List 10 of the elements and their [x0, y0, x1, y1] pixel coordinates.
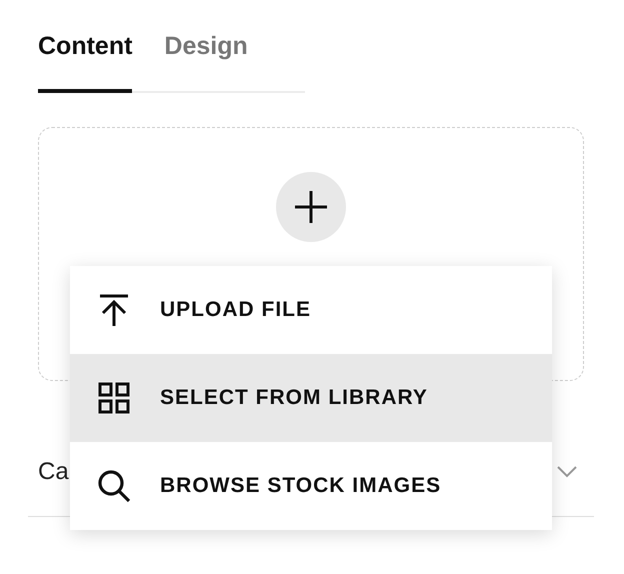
menu-item[interactable]: SELECT FROM LIBRARY	[70, 354, 552, 442]
tab[interactable]: Content	[38, 28, 132, 93]
upload-icon	[97, 293, 131, 327]
grid-icon	[98, 382, 130, 414]
menu-item[interactable]: BROWSE STOCK IMAGES	[70, 442, 552, 530]
plus-icon	[293, 189, 329, 225]
search-icon	[97, 469, 131, 503]
menu-item[interactable]: UPLOAD FILE	[70, 266, 552, 354]
field-label: Ca	[38, 458, 69, 486]
tab[interactable]: Design	[164, 28, 248, 93]
